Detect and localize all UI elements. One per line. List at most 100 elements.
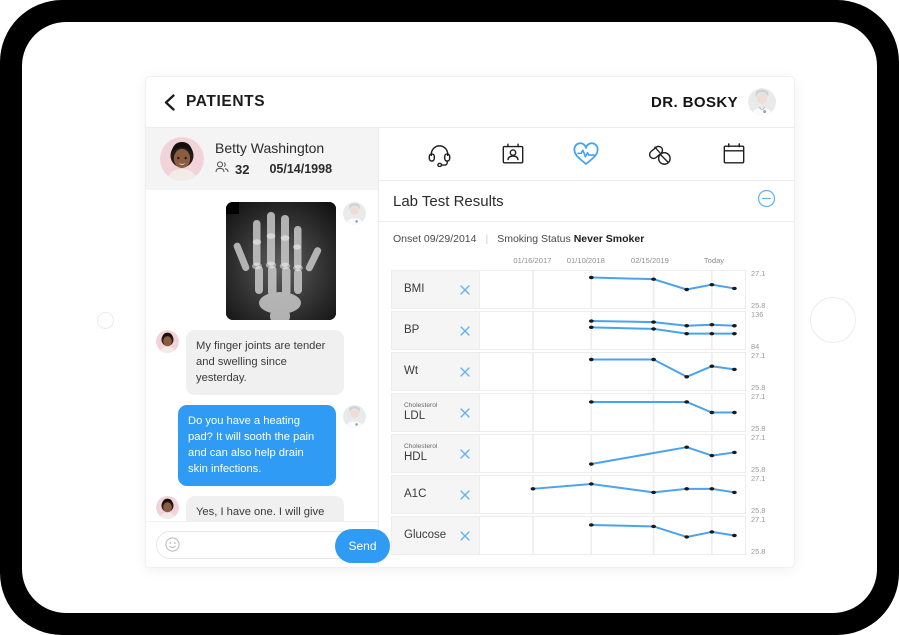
smoking-status: Smoking Status Never Smoker <box>497 233 644 245</box>
home-button[interactable] <box>810 297 856 343</box>
top-bar: PATIENTS DR. BOSKY <box>146 77 794 128</box>
chart-row-label-cell: Cholesterol HDL <box>391 434 479 473</box>
chart-date-label: 01/16/2017 <box>513 256 552 265</box>
chart-date-header: 01/16/2017 01/10/2018 02/15/2019 Today <box>479 256 746 270</box>
chart-date-label: Today <box>703 256 725 265</box>
axis-max-label: 27.1 <box>751 433 766 442</box>
page-title: PATIENTS <box>186 93 266 110</box>
chart-row: Glucose 27.1 25.8 <box>391 515 786 556</box>
patient-age: 32 <box>235 161 250 177</box>
chart-plot-cell[interactable] <box>479 516 746 555</box>
doctor-area[interactable]: DR. BOSKY <box>651 88 776 116</box>
chart-row-label-cell: Wt <box>391 352 479 391</box>
heart-pulse-icon[interactable] <box>573 141 599 167</box>
chat-bubble: Yes, I have one. I will give that a try.… <box>186 495 344 521</box>
message-composer: Send <box>146 521 390 567</box>
chat-panel: Betty Washington 32 05/14/1998 My finger… <box>146 128 390 567</box>
close-icon[interactable] <box>458 447 471 460</box>
id-card-icon[interactable] <box>501 142 525 166</box>
icon-tab-bar <box>379 128 794 181</box>
chart-row-label: BMI <box>404 283 458 295</box>
chart-row-label-cell: BMI <box>391 270 479 309</box>
chart-row-name: BP <box>404 324 420 337</box>
chart-row-name: A1C <box>404 488 427 501</box>
section-header: Lab Test Results <box>379 181 794 222</box>
doctor-avatar[interactable] <box>748 88 776 116</box>
pills-icon[interactable] <box>647 142 673 167</box>
people-icon <box>215 160 229 178</box>
doctor-avatar-small <box>343 202 366 225</box>
axis-max-label: 136 <box>751 310 764 319</box>
patient-avatar-small <box>156 330 179 353</box>
headset-icon[interactable] <box>427 142 452 167</box>
chat-bubble: My finger joints are tender and swelling… <box>186 330 344 395</box>
chart-row: Cholesterol HDL 27.1 25.8 <box>391 433 786 474</box>
chart-row: BP 136 84 <box>391 310 786 351</box>
axis-min-label: 25.8 <box>751 465 766 474</box>
chart-row-name: Glucose <box>404 529 447 542</box>
patient-summary-card[interactable]: Betty Washington 32 05/14/1998 <box>146 128 378 190</box>
patient-info: Betty Washington 32 05/14/1998 <box>215 140 332 179</box>
axis-min-label: 25.8 <box>751 506 766 515</box>
close-icon[interactable] <box>458 488 471 501</box>
chart-row-name: HDL <box>404 450 428 463</box>
chart-rows: BMI 27.1 25.8 BP 136 84 Wt 27.1 25.8 Cholesterol L… <box>391 269 786 556</box>
chart-row-label: Wt <box>404 365 458 377</box>
chart-row-name: LDL <box>404 409 426 422</box>
chart-row-name: Wt <box>404 365 419 378</box>
chat-message-doctor-1: Do you have a heating pad? It will sooth… <box>156 404 366 486</box>
chart-plot-cell[interactable] <box>479 352 746 391</box>
axis-max-label: 27.1 <box>751 392 766 401</box>
close-icon[interactable] <box>458 406 471 419</box>
onset-label: Onset 09/29/2014 <box>393 233 477 245</box>
chart-row-label-cell: BP <box>391 311 479 350</box>
lab-results-chart-table: 01/16/2017 01/10/2018 02/15/2019 Today BMI 2… <box>379 256 794 567</box>
doctor-name: DR. BOSKY <box>651 93 738 111</box>
chevron-left-icon[interactable] <box>160 93 178 111</box>
chart-row-label: BP <box>404 324 458 336</box>
patient-dob: 05/14/1998 <box>269 162 333 177</box>
tablet-device-frame: PATIENTS DR. BOSKY Betty Washington 32 0… <box>0 0 899 635</box>
close-icon[interactable] <box>458 365 471 378</box>
chart-row-label: Glucose <box>404 529 458 541</box>
chart-plot-cell[interactable] <box>479 393 746 432</box>
smiley-icon[interactable] <box>165 537 180 552</box>
chart-axis-labels: 27.1 25.8 <box>746 515 786 556</box>
chart-plot-cell[interactable] <box>479 475 746 514</box>
chart-axis-labels: 27.1 25.8 <box>746 474 786 515</box>
axis-min-label: 25.8 <box>751 547 766 556</box>
chart-plot-cell[interactable] <box>479 311 746 350</box>
close-icon[interactable] <box>458 283 471 296</box>
meta-separator: | <box>485 233 489 245</box>
patient-name: Betty Washington <box>215 139 325 156</box>
calendar-icon[interactable] <box>722 142 746 166</box>
screen-body: Betty Washington 32 05/14/1998 My finger… <box>146 128 794 567</box>
chart-row: Cholesterol LDL 27.1 25.8 <box>391 392 786 433</box>
chart-plot-cell[interactable] <box>479 434 746 473</box>
chart-row-sublabel: Cholesterol <box>404 443 438 450</box>
chat-bubble: Do you have a heating pad? It will sooth… <box>178 404 336 486</box>
chart-row: BMI 27.1 25.8 <box>391 269 786 310</box>
close-icon[interactable] <box>458 324 471 337</box>
chart-row-label-cell: A1C <box>391 475 479 514</box>
chart-axis-labels: 27.1 25.8 <box>746 433 786 474</box>
doctor-avatar-small <box>343 404 366 428</box>
front-camera-dot <box>97 312 114 329</box>
patient-avatar-small <box>156 495 179 519</box>
axis-max-label: 27.1 <box>751 474 766 483</box>
chat-message-list[interactable]: My finger joints are tender and swelling… <box>146 190 378 521</box>
chart-row-label-cell: Cholesterol LDL <box>391 393 479 432</box>
chart-row-label: Cholesterol LDL <box>404 402 458 422</box>
chart-row-label-cell: Glucose <box>391 516 479 555</box>
xray-image[interactable] <box>226 202 336 320</box>
close-icon[interactable] <box>458 529 471 542</box>
axis-min-label: 25.8 <box>751 424 766 433</box>
chart-axis-labels: 27.1 25.8 <box>746 351 786 392</box>
axis-min-label: 25.8 <box>751 301 766 310</box>
circle-minus-icon[interactable] <box>757 189 776 213</box>
chart-row: Wt 27.1 25.8 <box>391 351 786 392</box>
composer-input-wrap[interactable]: Send <box>156 528 390 563</box>
axis-min-label: 84 <box>751 342 760 351</box>
chart-plot-cell[interactable] <box>479 270 746 309</box>
chart-row-sublabel: Cholesterol <box>404 402 438 409</box>
